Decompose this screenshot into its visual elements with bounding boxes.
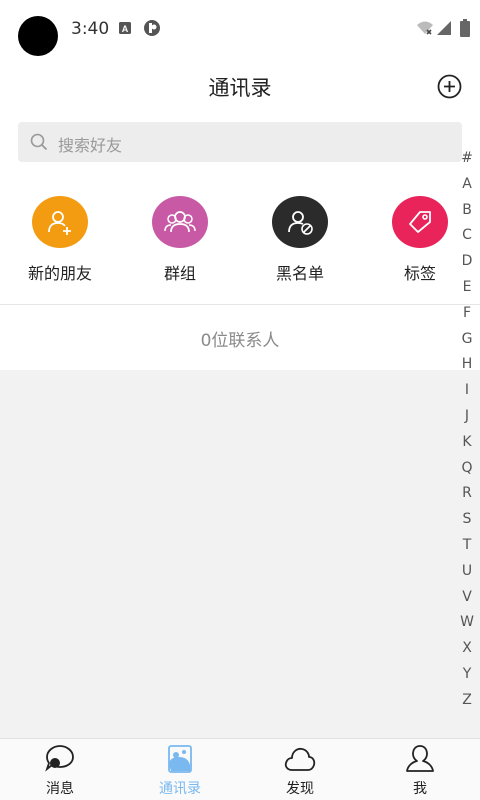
contacts-icon (168, 745, 192, 773)
alphabet-index[interactable]: # A B C D E F G H I J K Q R S T U V W X … (460, 148, 474, 716)
index-letter[interactable]: E (460, 277, 474, 303)
index-letter[interactable]: Z (460, 690, 474, 716)
index-letter[interactable]: R (460, 483, 474, 509)
tags-button[interactable]: 标签 (370, 196, 470, 284)
index-letter[interactable]: X (460, 638, 474, 664)
blacklist-label: 黑名单 (275, 264, 324, 283)
tab-messages-label: 消息 (46, 781, 74, 797)
page-title: 通讯录 (208, 76, 272, 100)
index-letter[interactable]: Q (460, 458, 474, 484)
groups-label: 群组 (163, 264, 196, 283)
tab-me-label: 我 (413, 781, 427, 797)
group-icon (152, 196, 208, 248)
index-letter[interactable]: I (460, 380, 474, 406)
search-icon (30, 133, 48, 151)
search-placeholder: 搜索好友 (58, 136, 123, 155)
status-bar: 3:40 A (0, 0, 480, 56)
index-letter[interactable]: A (460, 174, 474, 200)
groups-button[interactable]: 群组 (130, 196, 230, 284)
notification-icon (144, 20, 160, 36)
tab-discover-label: 发现 (286, 781, 314, 797)
index-letter[interactable]: G (460, 329, 474, 355)
index-letter[interactable]: V (460, 587, 474, 613)
tag-icon (392, 196, 448, 248)
index-letter[interactable]: K (460, 432, 474, 458)
index-letter[interactable]: F (460, 303, 474, 329)
wifi-off-icon (417, 21, 433, 35)
new-friends-label: 新的朋友 (27, 264, 92, 283)
svg-text:A: A (122, 24, 129, 34)
index-letter[interactable]: W (460, 612, 474, 638)
index-letter[interactable]: H (460, 354, 474, 380)
tab-contacts-label: 通讯录 (159, 781, 201, 797)
tags-label: 标签 (403, 264, 436, 283)
index-letter[interactable]: S (460, 509, 474, 535)
cloud-icon (284, 747, 316, 771)
new-friends-button[interactable]: 新的朋友 (10, 196, 110, 284)
tab-me[interactable]: 我 (360, 739, 480, 800)
profile-icon (406, 745, 434, 772)
index-letter[interactable]: U (460, 561, 474, 587)
index-letter[interactable]: # (460, 148, 474, 174)
app-notification-icon: A (119, 22, 131, 34)
blocked-user-icon (272, 196, 328, 248)
index-letter[interactable]: B (460, 200, 474, 226)
tab-discover[interactable]: 发现 (240, 739, 360, 800)
index-letter[interactable]: D (460, 251, 474, 277)
index-letter[interactable]: Y (460, 664, 474, 690)
bottom-tab-bar: 消息 通讯录 发现 我 (0, 738, 480, 800)
tab-messages[interactable]: 消息 (0, 739, 120, 800)
status-time: 3:40 (71, 19, 110, 39)
signal-icon (437, 21, 451, 35)
contacts-count: 0位联系人 (200, 331, 280, 351)
add-user-icon (32, 196, 88, 248)
camera-cutout (18, 16, 58, 56)
tab-contacts[interactable]: 通讯录 (120, 739, 240, 800)
index-letter[interactable]: T (460, 535, 474, 561)
divider (0, 304, 480, 305)
search-input[interactable]: 搜索好友 (18, 122, 462, 162)
battery-icon (460, 19, 470, 37)
chat-icon (45, 745, 74, 772)
index-letter[interactable]: J (460, 406, 474, 432)
add-button[interactable] (437, 74, 462, 99)
index-letter[interactable]: C (460, 225, 474, 251)
blacklist-button[interactable]: 黑名单 (250, 196, 350, 284)
